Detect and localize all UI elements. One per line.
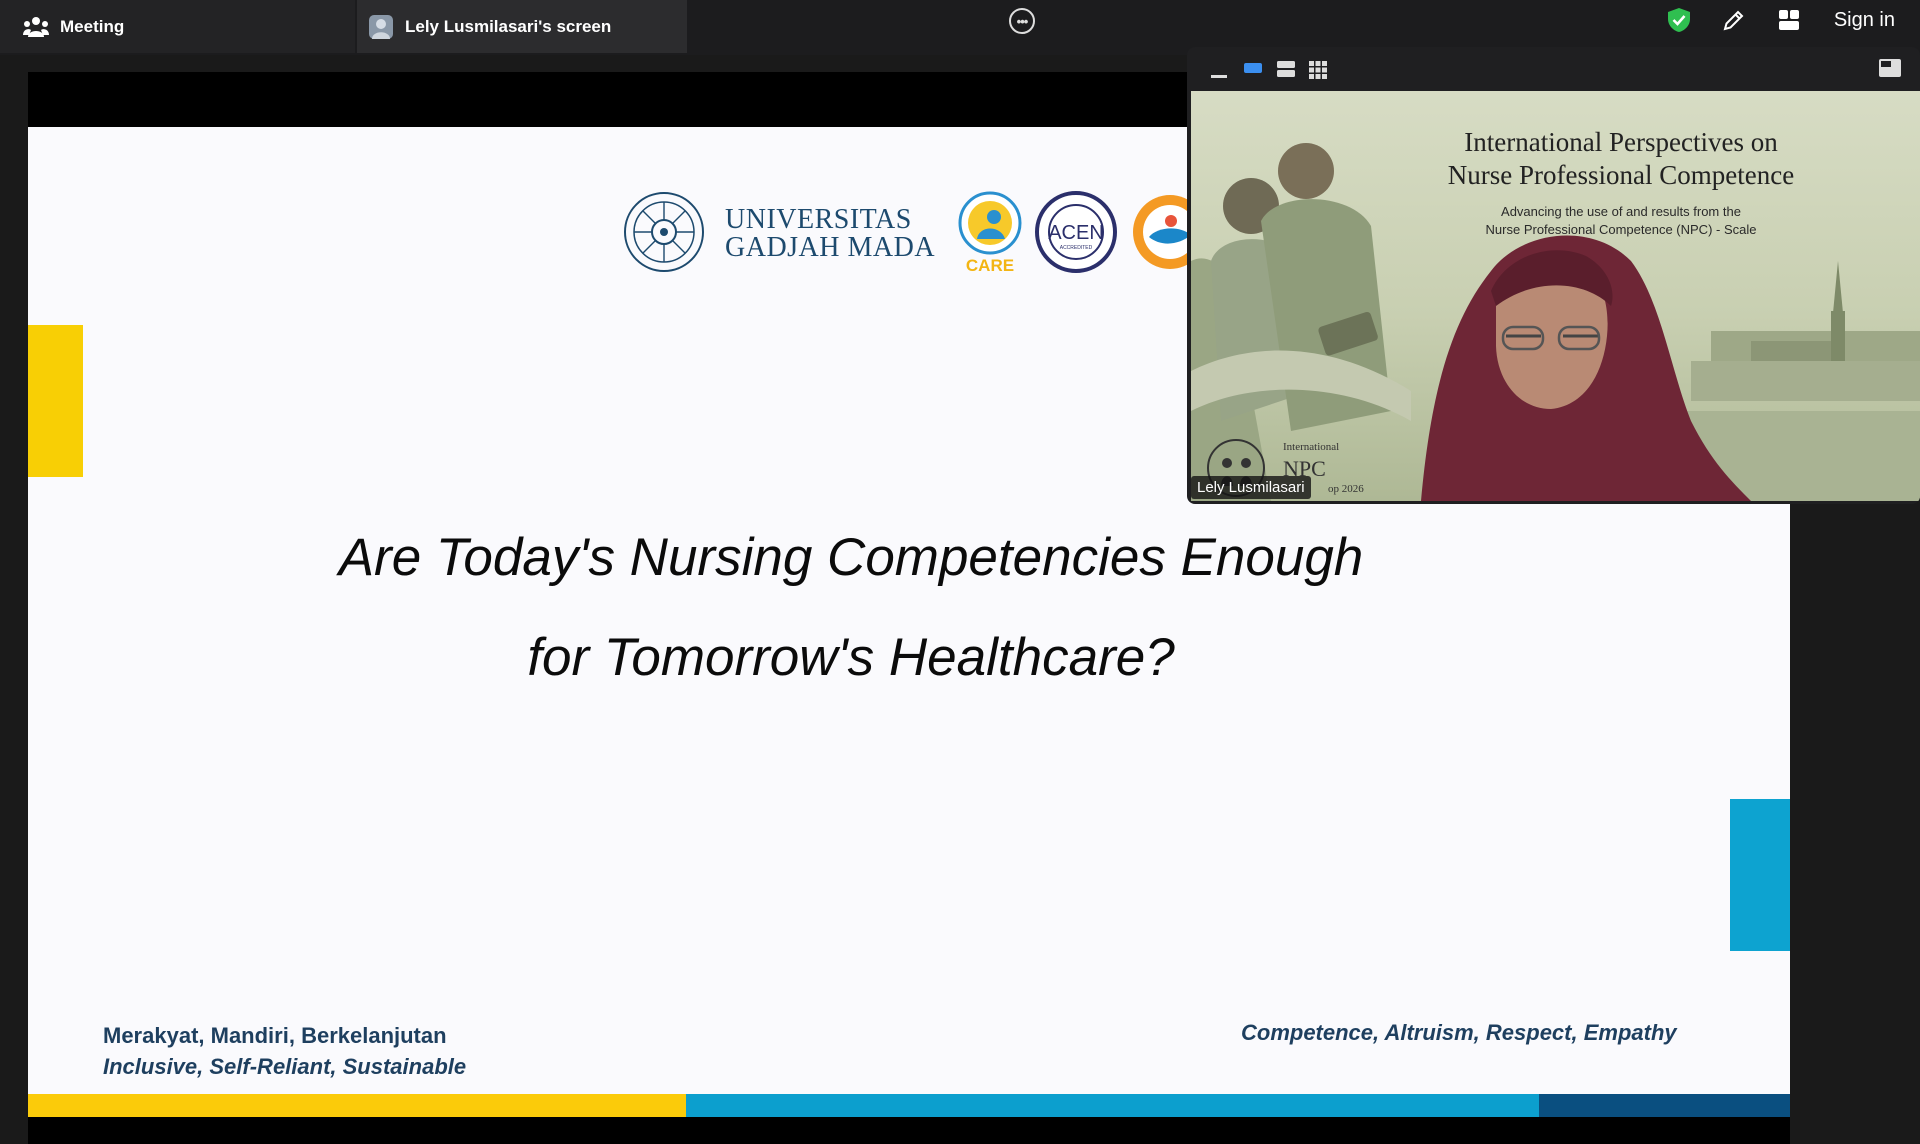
stacked-view-icon[interactable] bbox=[1277, 61, 1295, 82]
stripe-dark-blue bbox=[1539, 1094, 1790, 1117]
acen-logo-subtext: ACCREDITED bbox=[1060, 245, 1093, 251]
gallery-view-icon[interactable] bbox=[1309, 61, 1327, 84]
npc-label-year: op 2026 bbox=[1328, 483, 1364, 495]
slide-headline-line2: for Tomorrow's Healthcare? bbox=[527, 628, 1175, 687]
grid-view-icon[interactable] bbox=[1774, 5, 1804, 35]
video-panel[interactable]: International Perspectives on Nurse Prof… bbox=[1187, 47, 1920, 504]
logo-row: UNIVERSITAS GADJAH MADA CARE ACEN ACCRED… bbox=[623, 189, 1208, 280]
pencil-icon[interactable] bbox=[1719, 5, 1749, 35]
motto-left: Merakyat, Mandiri, Berkelanjutan Inclusi… bbox=[103, 1020, 466, 1082]
tab-meeting-label: Meeting bbox=[60, 16, 125, 36]
video-toolbar bbox=[1187, 47, 1920, 91]
care-logo-text: CARE bbox=[966, 256, 1014, 275]
more-options-icon[interactable]: ••• bbox=[1009, 8, 1035, 34]
avatar-icon bbox=[367, 13, 395, 41]
tab-meeting[interactable]: Meeting bbox=[0, 0, 355, 53]
tab-shared-screen[interactable]: Lely Lusmilasari's screen ••• bbox=[357, 0, 1035, 53]
people-icon bbox=[22, 13, 50, 41]
participant-video-feed: International Perspectives on Nurse Prof… bbox=[1191, 91, 1920, 501]
tab-shared-screen-label: Lely Lusmilasari's screen bbox=[405, 16, 612, 36]
university-name-line2: GADJAH MADA bbox=[725, 232, 936, 263]
bottom-color-stripe bbox=[28, 1094, 1790, 1117]
video-background-title-line1: International Perspectives on bbox=[1464, 127, 1778, 157]
university-name: UNIVERSITAS GADJAH MADA bbox=[725, 206, 935, 262]
ugm-seal-logo bbox=[623, 190, 705, 279]
blue-accent-bar bbox=[1730, 799, 1790, 951]
shield-check-icon[interactable] bbox=[1664, 5, 1694, 35]
motto-left-line2: Inclusive, Self-Reliant, Sustainable bbox=[103, 1054, 467, 1079]
care-logo: CARE bbox=[957, 189, 1023, 280]
speaker-view-icon[interactable] bbox=[1244, 61, 1262, 80]
motto-left-line1: Merakyat, Mandiri, Berkelanjutan bbox=[103, 1023, 447, 1048]
yellow-accent-bar bbox=[28, 325, 83, 477]
acen-logo: ACEN ACCREDITED bbox=[1035, 190, 1118, 278]
minimize-icon[interactable] bbox=[1211, 67, 1227, 85]
video-background-subtitle-line2: Nurse Professional Competence (NPC) - Sc… bbox=[1485, 222, 1757, 237]
participant-name-tag: Lely Lusmilasari bbox=[1191, 476, 1311, 499]
university-name-line1: UNIVERSITAS bbox=[725, 204, 912, 235]
stripe-blue bbox=[686, 1094, 1539, 1117]
stripe-yellow bbox=[28, 1094, 686, 1117]
video-background-title-line2: Nurse Professional Competence bbox=[1447, 160, 1795, 190]
video-background-subtitle-line1: Advancing the use of and results from th… bbox=[1501, 204, 1741, 219]
top-right-controls: Sign in bbox=[1664, 0, 1920, 40]
npc-label-small: International bbox=[1283, 441, 1340, 453]
video-background-title: International Perspectives on Nurse Prof… bbox=[1361, 126, 1881, 192]
sign-in-button[interactable]: Sign in bbox=[1834, 9, 1895, 32]
motto-right: Competence, Altruism, Respect, Empathy bbox=[1241, 1020, 1677, 1045]
slide-headline-line1: Are Today's Nursing Competencies Enough bbox=[338, 528, 1364, 587]
pop-out-icon[interactable] bbox=[1879, 59, 1901, 82]
video-background-subtitle: Advancing the use of and results from th… bbox=[1361, 203, 1881, 239]
acen-logo-text: ACEN bbox=[1048, 222, 1104, 244]
